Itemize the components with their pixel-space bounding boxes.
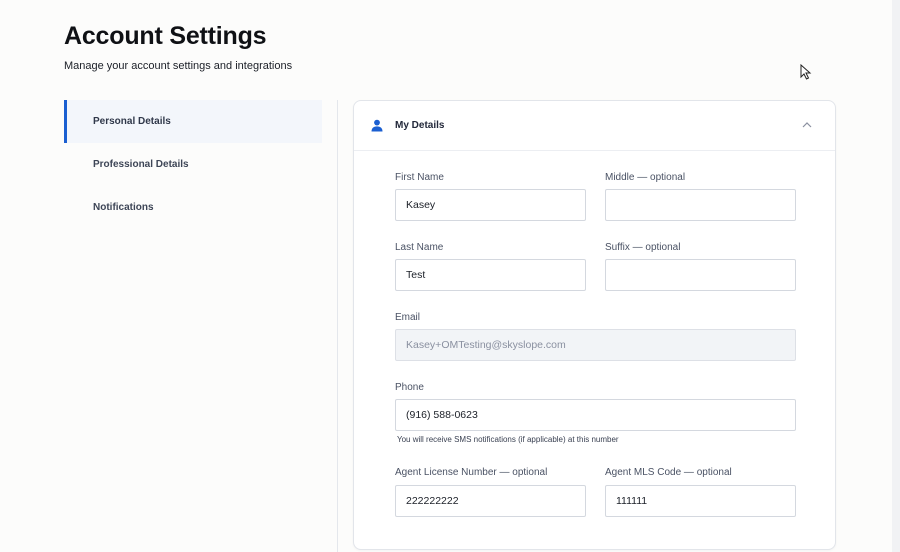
suffix-label: Suffix — optional — [605, 242, 681, 253]
sidebar-item-professional-details[interactable]: Professional Details — [64, 143, 322, 186]
phone-input[interactable] — [395, 399, 796, 431]
user-icon — [371, 119, 383, 132]
settings-sidebar: Personal Details Professional Details No… — [64, 100, 322, 229]
last-name-label: Last Name — [395, 242, 444, 253]
page-edge-strip — [892, 0, 900, 552]
license-number-input[interactable] — [395, 485, 586, 517]
email-field — [395, 329, 796, 361]
license-number-label: Agent License Number — optional — [395, 467, 548, 478]
mouse-cursor-icon — [800, 64, 812, 80]
sidebar-item-notifications[interactable]: Notifications — [64, 186, 322, 229]
mls-code-input[interactable] — [605, 485, 796, 517]
mls-code-label: Agent MLS Code — optional — [605, 467, 732, 478]
page-title: Account Settings — [64, 22, 267, 50]
email-label: Email — [395, 312, 421, 323]
suffix-input[interactable] — [605, 259, 796, 291]
page-subtitle: Manage your account settings and integra… — [64, 60, 293, 72]
last-name-input[interactable] — [395, 259, 586, 291]
chevron-up-icon[interactable] — [802, 121, 812, 129]
my-details-card: My Details First Name Middle — optional … — [353, 100, 836, 550]
card-title: My Details — [395, 120, 445, 131]
first-name-label: First Name — [395, 172, 444, 183]
sidebar-item-personal-details[interactable]: Personal Details — [64, 100, 322, 143]
middle-name-input[interactable] — [605, 189, 796, 221]
phone-label: Phone — [395, 382, 424, 393]
first-name-input[interactable] — [395, 189, 586, 221]
middle-name-label: Middle — optional — [605, 172, 686, 183]
card-header[interactable]: My Details — [354, 101, 835, 151]
vertical-divider — [337, 100, 338, 552]
phone-helper-text: You will receive SMS notifications (if a… — [397, 435, 619, 444]
